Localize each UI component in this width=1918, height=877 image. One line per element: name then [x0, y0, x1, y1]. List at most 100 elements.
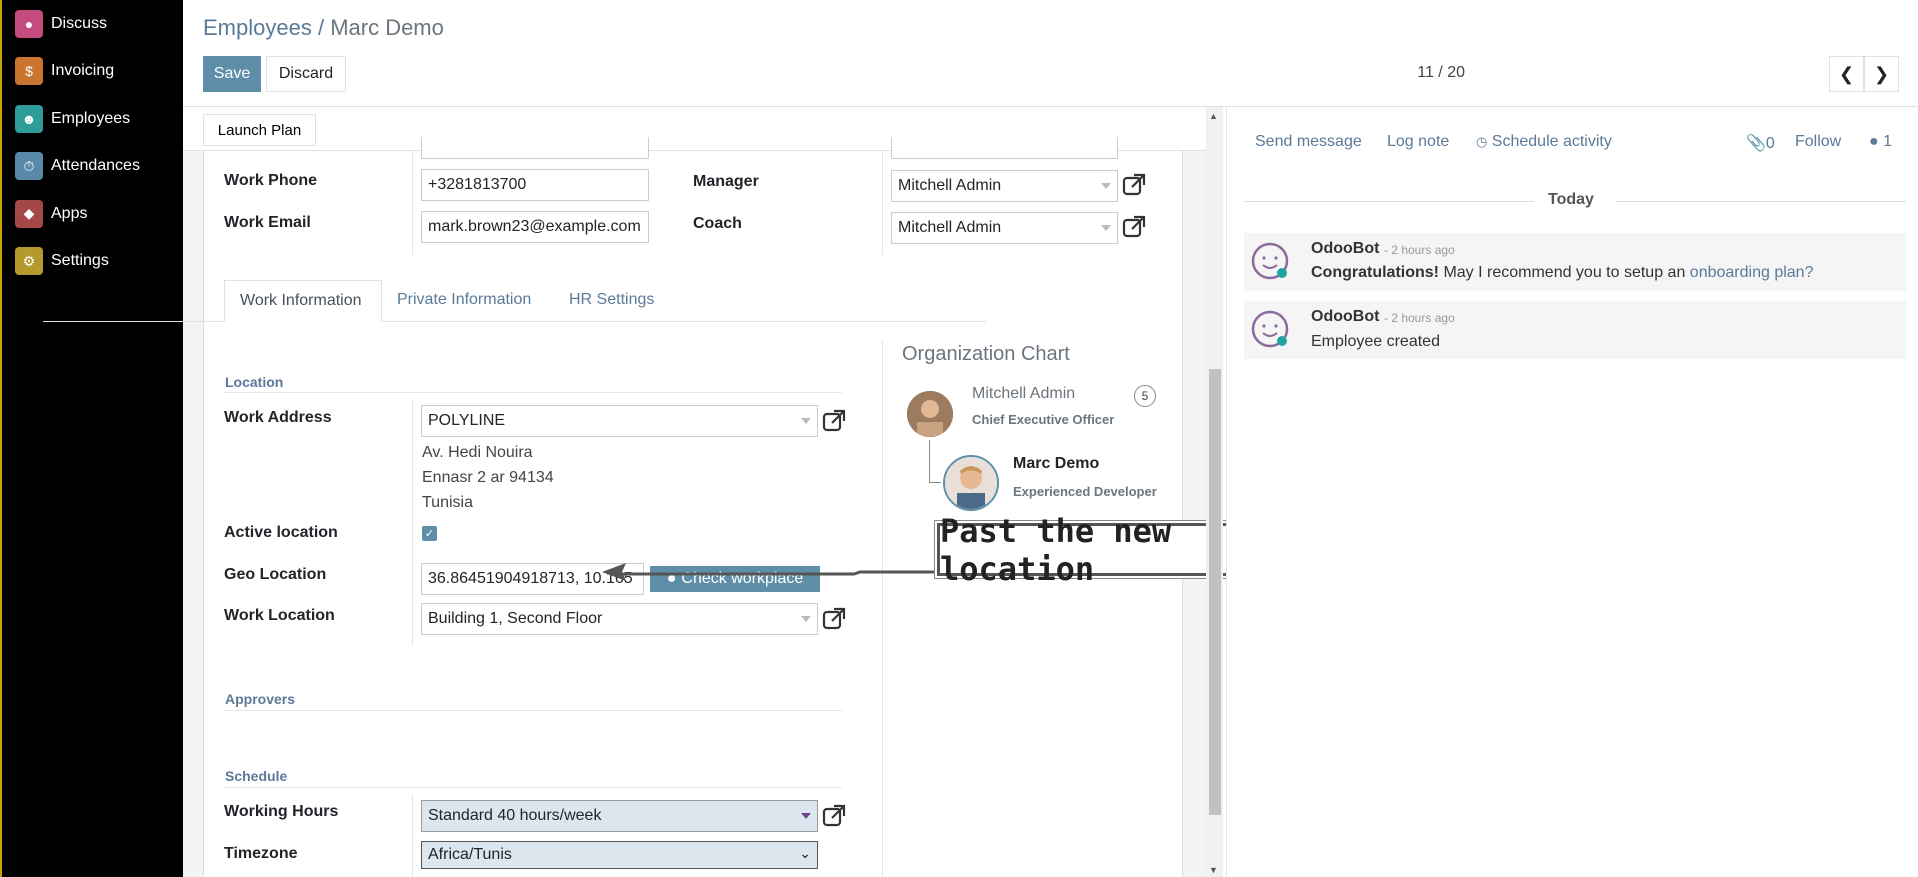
- scroll-up-icon[interactable]: ▲: [1209, 111, 1218, 121]
- sidebar-item-label: Attendances: [51, 157, 140, 175]
- tab-work-information[interactable]: Work Information: [224, 280, 382, 322]
- external-link-icon[interactable]: [822, 409, 846, 433]
- chevron-right-icon: ❯: [1873, 63, 1890, 84]
- people-icon: ☻: [15, 104, 43, 133]
- manager-avatar[interactable]: [907, 391, 953, 437]
- person-icon: [907, 391, 953, 437]
- coach-label: Coach: [693, 215, 742, 232]
- control-panel: Employees / Marc Demo Save Discard 11 / …: [183, 0, 1918, 107]
- message-text: May I recommend you to setup an: [1439, 264, 1690, 281]
- work-email-input[interactable]: mark.brown23@example.com: [421, 211, 649, 243]
- separator-rule: [1244, 201, 1534, 202]
- geo-location-label: Geo Location: [224, 566, 327, 583]
- attendance-icon: ⏱: [15, 152, 43, 181]
- sidebar-item-invoicing[interactable]: $ Invoicing: [2, 48, 183, 96]
- work-location-select[interactable]: Building 1, Second Floor: [421, 603, 818, 635]
- field-divider: [412, 400, 413, 645]
- breadcrumb-separator: /: [311, 15, 331, 40]
- send-message-button[interactable]: Send message: [1255, 133, 1362, 151]
- manager-role: Chief Executive Officer: [972, 412, 1115, 427]
- message-time: - 2 hours ago: [1384, 311, 1455, 325]
- breadcrumb-parent-link[interactable]: Employees: [203, 15, 312, 40]
- tab-private-information[interactable]: Private Information: [382, 280, 546, 322]
- chatter-message: OdooBot - 2 hours ago Congratulations! M…: [1244, 233, 1906, 291]
- external-link-icon[interactable]: [822, 804, 846, 828]
- sidebar-item-label: Apps: [51, 204, 88, 222]
- previous-select-input[interactable]: [891, 137, 1118, 159]
- separator-rule: [1616, 201, 1906, 202]
- address-line: Ennasr 2 ar 94134: [422, 469, 554, 486]
- timezone-select[interactable]: Africa/Tunis ⌄: [421, 841, 818, 869]
- person-icon: [945, 457, 997, 509]
- work-address-select[interactable]: POLYLINE: [421, 405, 818, 437]
- app-sidebar: ● Discuss $ Invoicing ☻ Employees ⏱ Atte…: [0, 0, 183, 877]
- apps-icon: ◆: [15, 199, 43, 228]
- caret-down-icon: [801, 813, 811, 819]
- manager-select[interactable]: Mitchell Admin: [891, 170, 1118, 202]
- sidebar-item-attendances[interactable]: ⏱ Attendances: [2, 143, 183, 191]
- caret-down-icon: [801, 616, 811, 622]
- log-note-button[interactable]: Log note: [1387, 133, 1449, 151]
- caret-down-icon: [1101, 183, 1111, 189]
- external-link-icon[interactable]: [822, 607, 846, 631]
- sidebar-item-label: Employees: [51, 109, 131, 127]
- scrollbar-thumb[interactable]: [1209, 369, 1221, 815]
- timezone-label: Timezone: [224, 845, 298, 862]
- manager-name[interactable]: Mitchell Admin: [972, 385, 1075, 403]
- followers-button[interactable]: ● 1: [1869, 133, 1892, 151]
- work-location-value: Building 1, Second Floor: [428, 610, 603, 627]
- work-address-value: POLYLINE: [428, 412, 506, 429]
- follow-button[interactable]: Follow: [1795, 133, 1841, 151]
- sidebar-item-discuss[interactable]: ● Discuss: [2, 0, 183, 48]
- section-rule: [224, 392, 842, 393]
- sidebar-item-label: Invoicing: [51, 62, 115, 80]
- schedule-activity-button[interactable]: ◷ Schedule activity: [1476, 133, 1612, 151]
- working-hours-select[interactable]: Standard 40 hours/week: [421, 800, 818, 832]
- breadcrumb: Employees / Marc Demo: [203, 15, 444, 41]
- work-location-label: Work Location: [224, 607, 335, 624]
- schedule-section-title: Schedule: [225, 768, 288, 784]
- attachments-button[interactable]: 📎0: [1746, 133, 1775, 153]
- odoobot-avatar-icon: [1251, 242, 1289, 280]
- clock-icon: ◷: [1476, 134, 1488, 149]
- user-icon: ●: [1869, 133, 1879, 150]
- tab-hr-settings[interactable]: HR Settings: [554, 280, 669, 322]
- save-button[interactable]: Save: [203, 56, 261, 92]
- scroll-down-icon[interactable]: ▼: [1209, 865, 1218, 875]
- field-divider: [882, 150, 883, 255]
- sidebar-item-apps[interactable]: ◆ Apps: [2, 190, 183, 238]
- sidebar-item-label: Discuss: [51, 14, 108, 32]
- discard-button[interactable]: Discard: [266, 56, 346, 92]
- previous-field-input[interactable]: [421, 137, 649, 159]
- org-connector: [929, 440, 930, 482]
- coach-value: Mitchell Admin: [898, 219, 1002, 236]
- paperclip-icon: 📎: [1746, 135, 1766, 152]
- address-line: Tunisia: [422, 494, 473, 511]
- subordinates-count-badge[interactable]: 5: [1134, 385, 1156, 407]
- column-divider: [882, 341, 883, 877]
- onboarding-plan-link[interactable]: onboarding plan?: [1690, 264, 1814, 281]
- pager-value[interactable]: 11 / 20: [1417, 64, 1465, 82]
- work-phone-input[interactable]: +3281813700: [421, 169, 649, 201]
- external-link-icon[interactable]: [1122, 215, 1146, 239]
- work-email-label: Work Email: [224, 214, 311, 231]
- message-author[interactable]: OdooBot: [1311, 308, 1379, 326]
- pager-next-button[interactable]: ❯: [1864, 56, 1899, 92]
- pager-previous-button[interactable]: ❮: [1829, 56, 1864, 92]
- org-connector: [929, 482, 941, 483]
- launch-plan-button[interactable]: Launch Plan: [203, 114, 316, 146]
- schedule-activity-label: Schedule activity: [1491, 133, 1612, 150]
- external-link-icon[interactable]: [1122, 173, 1146, 197]
- form-scrollbar[interactable]: ▲ ▼: [1206, 107, 1223, 877]
- manager-value: Mitchell Admin: [898, 177, 1002, 194]
- chatter-panel: Send message Log note ◷ Schedule activit…: [1226, 107, 1918, 877]
- location-section-title: Location: [225, 374, 284, 390]
- sidebar-item-employees[interactable]: ☻ Employees: [2, 95, 183, 143]
- coach-select[interactable]: Mitchell Admin: [891, 212, 1118, 244]
- sidebar-item-settings[interactable]: ⚙ Settings: [2, 238, 183, 286]
- gear-icon: ⚙: [15, 247, 43, 276]
- date-separator: Today: [1244, 191, 1906, 211]
- active-location-checkbox[interactable]: ✓: [422, 526, 437, 541]
- org-chart-title: Organization Chart: [902, 343, 1070, 365]
- message-author[interactable]: OdooBot: [1311, 240, 1379, 258]
